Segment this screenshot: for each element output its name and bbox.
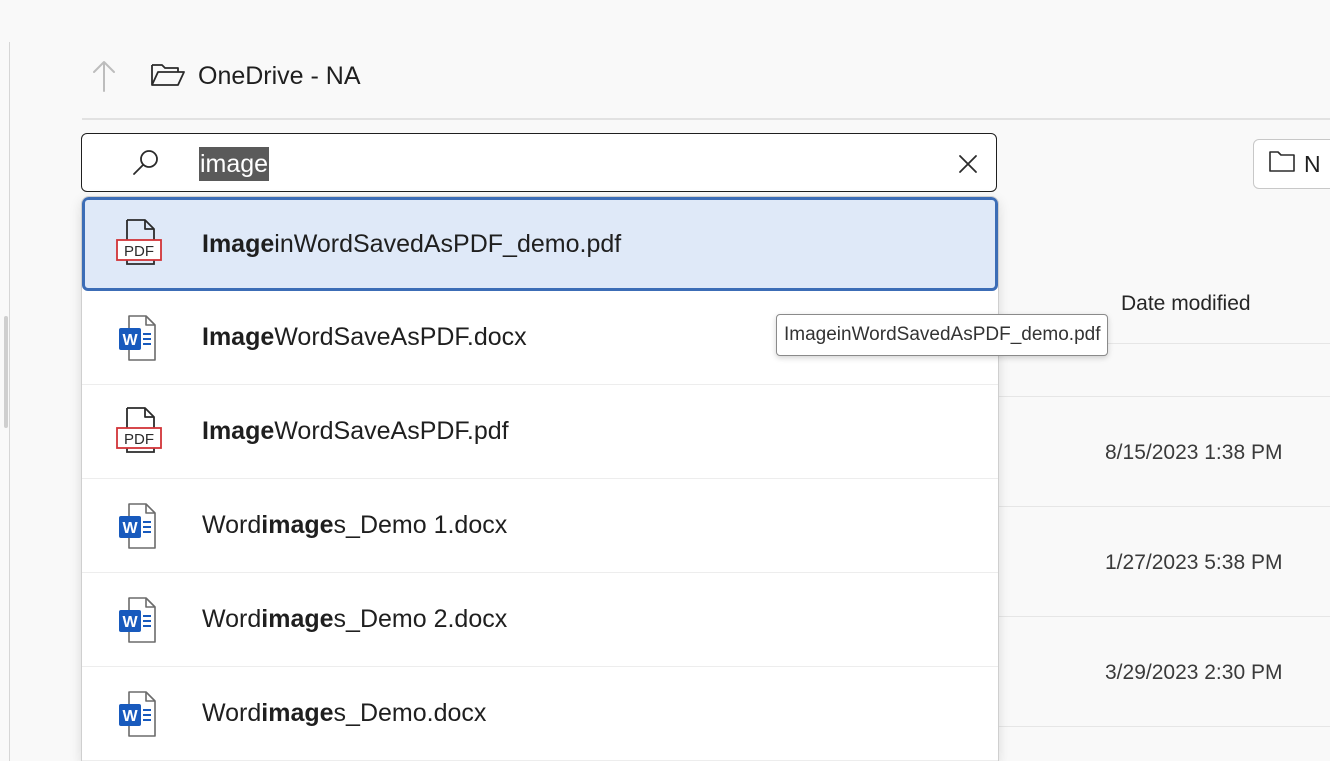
word-label: W [122,614,138,631]
navigation-pane-divider [9,42,10,761]
search-suggestions-dropdown: PDF ImageinWordSavedAsPDF_demo.pdf W Ima… [81,196,999,761]
column-header-date-modified[interactable]: Date modified [1121,292,1251,316]
suggestion-label: ImageinWordSavedAsPDF_demo.pdf [202,229,622,258]
suggestion-item[interactable]: PDF ImageinWordSavedAsPDF_demo.pdf [82,197,998,291]
folder-open-icon [150,61,186,92]
search-input[interactable]: image [199,147,270,181]
word-file-icon: W [113,594,169,646]
search-icon [131,148,161,183]
pdf-file-icon: PDF [113,218,169,270]
word-label: W [122,520,138,537]
word-label: W [122,332,138,349]
pdf-label: PDF [124,431,154,448]
pdf-file-icon: PDF [113,406,169,458]
suggestion-label: ImageWordSaveAsPDF.docx [202,323,527,351]
filename-tooltip: ImageinWordSavedAsPDF_demo.pdf [776,314,1109,356]
pdf-label: PDF [124,243,154,260]
word-file-icon: W [113,500,169,552]
suggestion-item[interactable]: W Wordimages_Demo 1.docx [82,479,998,573]
up-arrow-icon[interactable] [86,56,122,96]
suggestion-item[interactable]: W Wordimages_Demo.docx [82,667,998,761]
row-divider [997,396,1330,397]
close-icon[interactable] [954,150,982,178]
new-folder-button[interactable]: N [1253,139,1330,189]
suggestion-label: ImageWordSaveAsPDF.pdf [202,417,509,445]
breadcrumb-location[interactable]: OneDrive - NA [198,62,361,91]
header-divider [82,118,1330,120]
file-row-date: 8/15/2023 1:38 PM [1105,441,1283,464]
new-folder-label: N [1304,150,1321,177]
folder-icon [1268,149,1296,179]
suggestion-item[interactable]: W Wordimages_Demo 2.docx [82,573,998,667]
suggestion-label: Wordimages_Demo.docx [202,699,487,727]
row-divider [997,506,1330,507]
pane-resize-handle[interactable] [4,316,8,428]
file-row-date: 3/29/2023 2:30 PM [1105,661,1283,684]
word-label: W [122,708,138,725]
word-file-icon: W [113,312,169,364]
file-row-date: 1/27/2023 5:38 PM [1105,551,1283,574]
breadcrumb[interactable]: OneDrive - NA [150,56,361,96]
suggestion-label: Wordimages_Demo 1.docx [202,511,508,539]
word-file-icon: W [113,688,169,740]
row-divider [997,616,1330,617]
suggestion-item[interactable]: PDF ImageWordSaveAsPDF.pdf [82,385,998,479]
row-divider [997,726,1330,727]
suggestion-label: Wordimages_Demo 2.docx [202,605,508,633]
search-box[interactable]: image [81,133,997,192]
